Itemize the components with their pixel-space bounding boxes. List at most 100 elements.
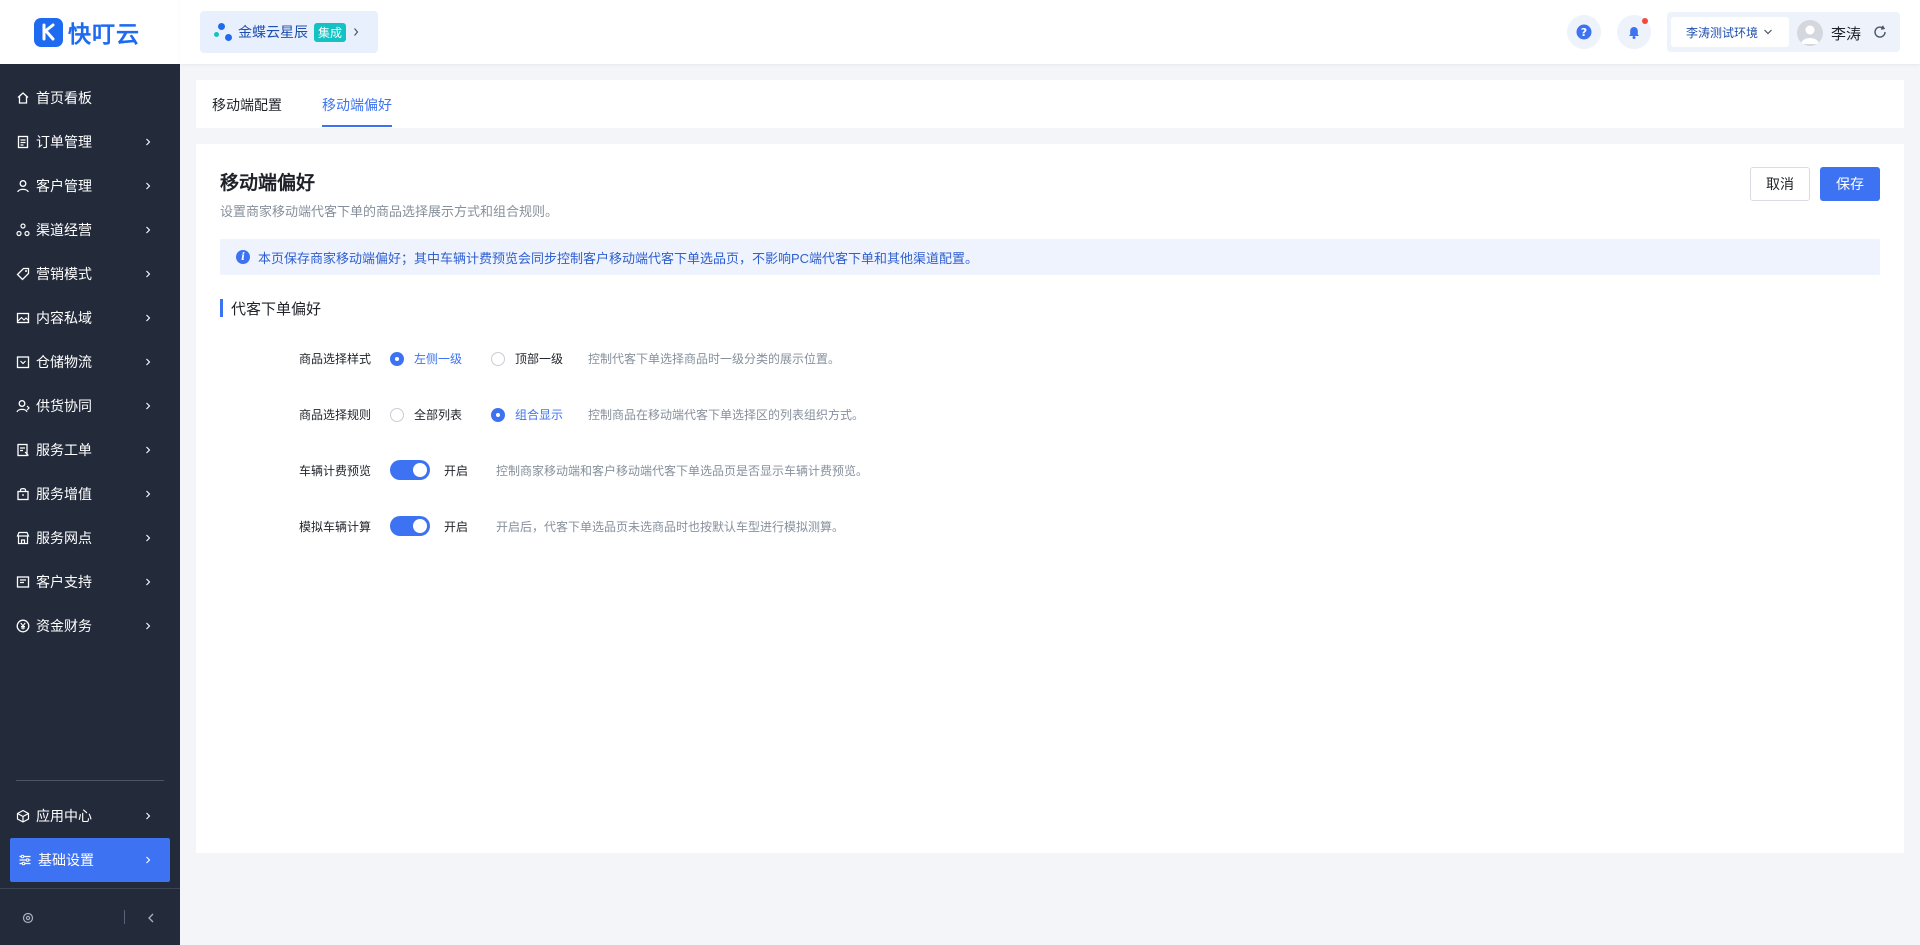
chevron-down-icon [1764,29,1772,35]
bell-icon [1629,27,1639,39]
environment-select[interactable]: 李涛测试环境 [1671,17,1789,47]
form-row-vehicle-preview: 车辆计费预览 开启 控制商家移动端和客户移动端代客下单选品页是否显示车辆计费预览… [196,456,1896,484]
user-name[interactable]: 李涛 [1831,23,1861,44]
tab-mobile-config[interactable]: 移动端配置 [212,95,282,115]
refresh-icon[interactable] [1872,24,1888,40]
chevron-right-icon [354,28,359,36]
radio-left-level[interactable]: 左侧一级 [390,350,462,367]
user-icon [16,179,30,193]
form-row-vehicle-calc: 模拟车辆计算 开启 开启后，代客下单选品页未选商品时也按默认车型进行模拟测算。 [196,512,1896,540]
tag-icon [16,267,30,281]
sidebar-item-warehouse[interactable]: 仓储物流 [0,340,180,384]
chevron-right-icon [146,138,151,146]
kingdee-logo-icon [214,22,234,42]
order-icon [16,135,30,149]
section-title: 代客下单偏好 [231,300,322,318]
chevron-right-icon [146,270,151,278]
avatar-icon [1801,25,1819,44]
sidebar-item-orders[interactable]: 订单管理 [0,120,180,164]
support-icon [16,575,30,589]
vehicle-preview-toggle[interactable] [390,460,430,480]
footer-separator [124,910,125,924]
integration-badge: 集成 [314,22,347,42]
sidebar-item-service-tickets[interactable]: 服务工单 [0,428,180,472]
chevron-right-icon [146,358,151,366]
sidebar-item-app-center[interactable]: 应用中心 [0,794,180,838]
cube-icon [16,809,30,823]
cancel-button[interactable]: 取消 [1750,167,1810,201]
chevron-right-icon [146,314,151,322]
sidebar-item-supply[interactable]: 供货协同 [0,384,180,428]
sidebar-item-customers[interactable]: 客户管理 [0,164,180,208]
chevron-right-icon [146,402,151,410]
vehicle-calc-toggle[interactable] [390,516,430,536]
info-alert: i 本页保存商家移动端偏好；其中车辆计费预览会同步控制客户移动端代客下单选品页，… [220,239,1880,275]
tab-mobile-preferences[interactable]: 移动端偏好 [322,95,392,115]
supply-icon [16,399,30,413]
toggle-state-label: 开启 [444,464,469,478]
collapse-sidebar-icon[interactable] [145,911,157,929]
user-box: 李涛测试环境 李涛 [1667,12,1900,52]
chevron-right-icon [146,856,151,864]
sidebar-item-service-points[interactable]: 服务网点 [0,516,180,560]
chevron-right-icon [146,182,151,190]
tabs-bar: 移动端配置 移动端偏好 [196,80,1904,128]
preferences-card: 移动端偏好 设置商家移动端代客下单的商品选择展示方式和组合规则。 取消 保存 i… [196,144,1904,853]
radio-label: 顶部一级 [515,352,564,366]
sidebar-item-value-added[interactable]: 服务增值 [0,472,180,516]
chevron-right-icon [146,812,151,820]
radio-label: 左侧一级 [414,352,463,366]
sidebar-item-basic-settings[interactable]: 基础设置 [10,838,170,882]
sidebar-item-label: 仓储物流 [36,354,92,370]
sidebar-item-content[interactable]: 内容私域 [0,296,180,340]
sidebar-item-label: 客户管理 [36,178,92,194]
form-row-select-rule: 商品选择规则 全部列表 组合显示 控制商品在移动端代客下单选择区的列表组织方式。 [196,400,1896,428]
sidebar-item-label: 服务工单 [36,442,92,458]
topbar: 金蝶云星辰 集成 ? 李涛测试环境 李涛 [180,0,1920,64]
sidebar-item-finance[interactable]: 资金财务 [0,604,180,648]
field-hint: 控制代客下单选择商品时一级分类的展示位置。 [588,352,841,366]
sidebar: 快叮云 首页看板 订单管理 客户管理 渠道经营 营销模式 内容私域 仓储物流 供… [0,0,180,945]
ticket-icon [16,443,30,457]
logo[interactable]: 快叮云 [0,0,180,64]
chevron-right-icon [146,578,151,586]
field-label: 车辆计费预览 [298,464,371,478]
settings-sliders-icon [18,853,32,867]
chevron-right-icon [146,446,151,454]
chevron-right-icon [146,534,151,542]
avatar[interactable] [1797,20,1823,46]
image-icon [16,311,30,325]
sidebar-item-home[interactable]: 首页看板 [0,76,180,120]
sidebar-nav: 首页看板 订单管理 客户管理 渠道经营 营销模式 内容私域 仓储物流 供货协同 … [0,76,180,648]
sidebar-item-label: 客户支持 [36,574,92,590]
sidebar-item-channels[interactable]: 渠道经营 [0,208,180,252]
notifications-button[interactable] [1617,15,1651,49]
help-button[interactable]: ? [1567,15,1601,49]
field-hint: 控制商家移动端和客户移动端代客下单选品页是否显示车辆计费预览。 [496,464,869,478]
sidebar-item-label: 首页看板 [36,90,92,106]
gear-icon[interactable] [22,911,34,929]
sidebar-item-label: 应用中心 [36,808,92,824]
save-button[interactable]: 保存 [1820,167,1880,201]
sidebar-item-label: 供货协同 [36,398,92,414]
sidebar-item-label: 内容私域 [36,310,92,326]
info-icon: i [236,250,250,264]
help-icon: ? [1576,24,1592,40]
bag-icon [16,487,30,501]
sidebar-item-marketing[interactable]: 营销模式 [0,252,180,296]
store-icon [16,531,30,545]
active-tab-indicator [322,125,392,127]
yuan-icon [16,619,30,633]
radio-top-level[interactable]: 顶部一级 [491,350,563,367]
sidebar-item-support[interactable]: 客户支持 [0,560,180,604]
radio-all-list[interactable]: 全部列表 [390,406,462,423]
sidebar-item-label: 基础设置 [38,852,94,868]
radio-combined-display[interactable]: 组合显示 [491,406,563,423]
field-label: 模拟车辆计算 [298,520,371,534]
integration-brand-pill[interactable]: 金蝶云星辰 集成 [200,11,378,53]
toggle-state-label: 开启 [444,520,469,534]
home-icon [16,91,30,105]
svg-text:?: ? [1581,26,1587,39]
radio-label: 组合显示 [515,408,564,422]
radio-label: 全部列表 [414,408,463,422]
